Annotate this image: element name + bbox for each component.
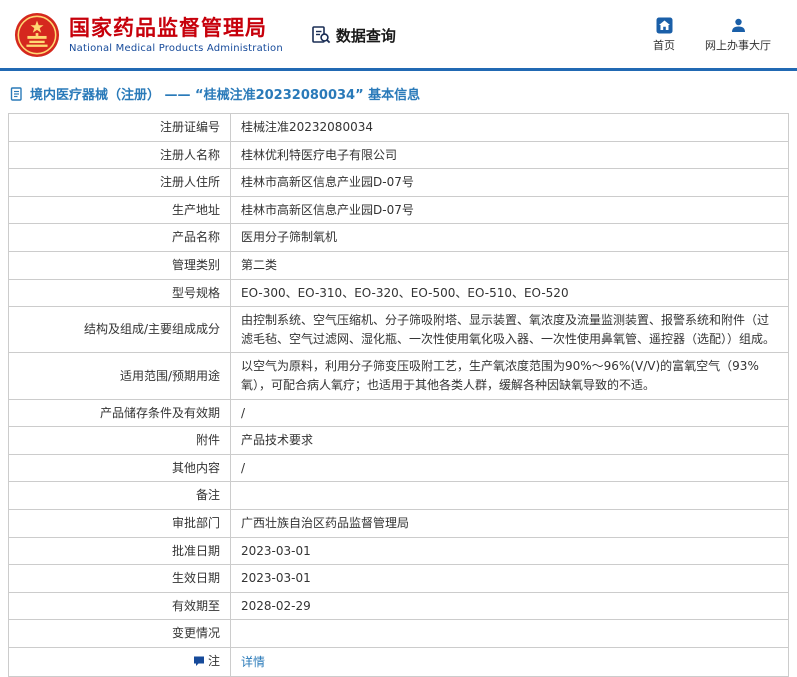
nav-home-label: 首页 [653,39,675,52]
table-row: 结构及组成/主要组成成分 由控制系统、空气压缩机、分子筛吸附塔、显示装置、氧浓度及… [8,306,789,354]
row-label: 变更情况 [8,619,231,648]
row-value: 详情 [230,646,789,677]
row-value: 广西壮族自治区药品监督管理局 [230,508,789,538]
row-value: 2028-02-29 [230,591,789,621]
brand[interactable]: 国家药品监督管理局 National Medical Products Admi… [14,12,283,58]
data-query-title: 数据查询 [311,25,396,46]
table-row: 生产地址 桂林市高新区信息产业园D-07号 [8,195,789,225]
table-row: 其他内容 / [8,453,789,483]
table-row: 附件 产品技术要求 [8,426,789,455]
info-table-body: 注册证编号 桂械注准20232080034 注册人名称 桂林优利特医疗电子有限公司 注册… [8,113,789,677]
row-label: 生产地址 [8,195,231,225]
row-value: EO-300、EO-310、EO-320、EO-500、EO-510、EO-52… [230,278,789,308]
row-value: 2023-03-01 [230,564,789,593]
document-icon [10,86,24,101]
row-label: 注册人名称 [8,140,231,170]
row-label: 附件 [8,426,231,455]
row-label: 备注 [8,481,231,510]
row-label: 生效日期 [8,564,231,593]
row-label: 审批部门 [8,508,231,538]
row-value: 以空气为原料，利用分子筛变压吸附工艺，生产氧浓度范围为90%～96%(V/V)的… [230,352,789,400]
row-value: 桂林市高新区信息产业园D-07号 [230,195,789,225]
row-label: 结构及组成/主要组成成分 [8,306,231,354]
breadcrumb-text: 境内医疗器械（注册） —— “桂械注准20232080034” 基本信息 [30,88,421,103]
table-row: 适用范围/预期用途 以空气为原料，利用分子筛变压吸附工艺，生产氧浓度范围为90%～… [8,352,789,400]
table-row: 有效期至 2028-02-29 [8,591,789,621]
nav-service-hall[interactable]: 网上办事大厅 [705,17,771,53]
nav-home[interactable]: 首页 [653,17,675,53]
note-icon [193,654,205,673]
row-value: 桂林优利特医疗电子有限公司 [230,140,789,170]
nav-service-hall-label: 网上办事大厅 [705,39,771,52]
table-row: 注册人名称 桂林优利特医疗电子有限公司 [8,140,789,170]
site-header: 国家药品监督管理局 National Medical Products Admi… [0,0,797,68]
data-query-label: 数据查询 [335,26,396,45]
row-label: 有效期至 [8,591,231,621]
row-value: 医用分子筛制氧机 [230,223,789,252]
table-row: 注册证编号 桂械注准20232080034 [8,113,789,142]
row-value: 2023-03-01 [230,536,789,566]
row-label: 注册证编号 [8,113,231,142]
table-row: 管理类别 第二类 [8,250,789,280]
table-row: 型号规格 EO-300、EO-310、EO-320、EO-500、EO-510、E… [8,278,789,308]
row-value: 产品技术要求 [230,426,789,455]
row-label: 其他内容 [8,453,231,483]
row-value: 桂械注准20232080034 [230,113,789,142]
row-value: 由控制系统、空气压缩机、分子筛吸附塔、显示装置、氧浓度及流量监测装置、报警系统和… [230,306,789,354]
table-row: 产品储存条件及有效期 / [8,398,789,428]
row-value: / [230,453,789,483]
row-label: 型号规格 [8,278,231,308]
data-query-icon [311,25,331,45]
breadcrumb: 境内医疗器械（注册） —— “桂械注准20232080034” 基本信息 [0,71,797,113]
row-value: 第二类 [230,250,789,280]
row-label: 管理类别 [8,250,231,280]
row-label: 产品名称 [8,223,231,252]
row-value [230,619,789,648]
table-row: 产品名称 医用分子筛制氧机 [8,223,789,252]
site-subtitle: National Medical Products Administration [69,43,283,55]
home-icon [656,17,673,34]
row-label: 注册人住所 [8,168,231,197]
row-label: 注 [8,646,231,677]
row-value: 桂林市高新区信息产业园D-07号 [230,168,789,197]
row-label: 产品储存条件及有效期 [8,398,231,428]
table-row: 注册人住所 桂林市高新区信息产业园D-07号 [8,168,789,197]
table-row: 备注 [8,481,789,510]
site-title: 国家药品监督管理局 [69,15,267,40]
detail-link[interactable]: 详情 [241,655,265,669]
table-row: 变更情况 [8,619,789,648]
row-value: / [230,398,789,428]
info-table: 注册证编号 桂械注准20232080034 注册人名称 桂林优利特医疗电子有限公司 注册… [8,113,789,677]
table-row: 注详情 [8,646,789,677]
user-icon [730,17,747,34]
national-emblem-icon [14,12,60,58]
brand-text: 国家药品监督管理局 National Medical Products Admi… [69,16,283,54]
table-row: 生效日期 2023-03-01 [8,564,789,593]
top-nav: 首页 网上办事大厅 [653,17,783,53]
row-label: 批准日期 [8,536,231,566]
row-value [230,481,789,510]
table-row: 审批部门 广西壮族自治区药品监督管理局 [8,508,789,538]
row-label: 适用范围/预期用途 [8,352,231,400]
table-row: 批准日期 2023-03-01 [8,536,789,566]
